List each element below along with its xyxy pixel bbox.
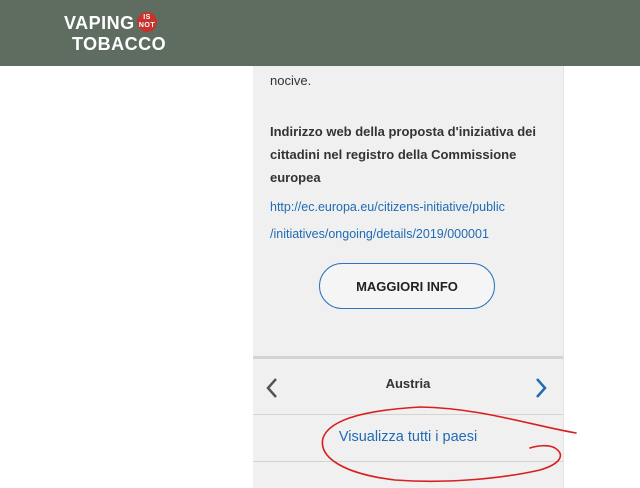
site-header: VAPING IS NOT TOBACCO — [0, 0, 640, 66]
site-logo[interactable]: VAPING IS NOT TOBACCO — [64, 12, 167, 56]
logo-badge: IS NOT — [137, 12, 157, 32]
logo-vaping-text: VAPING — [64, 13, 135, 33]
logo-is-text: IS — [143, 14, 151, 21]
initiative-panel: nocive. Indirizzo web della proposta d'i… — [253, 66, 564, 488]
logo-not-text: NOT — [138, 22, 156, 29]
divider — [253, 461, 563, 462]
view-all-countries-link[interactable]: Visualizza tutti i paesi — [253, 420, 563, 454]
url-line-1[interactable]: http://ec.europa.eu/citizens-initiative/… — [270, 194, 560, 221]
body-text-end: nocive. — [270, 73, 312, 88]
chevron-left-icon[interactable] — [265, 377, 279, 399]
initiative-url-link[interactable]: http://ec.europa.eu/citizens-initiative/… — [270, 194, 560, 248]
chevron-right-icon[interactable] — [534, 377, 548, 399]
current-country: Austria — [385, 376, 431, 391]
logo-tobacco-text: TOBACCO — [72, 34, 167, 54]
more-info-button[interactable]: MAGGIORI INFO — [319, 263, 495, 309]
url-line-2[interactable]: /initiatives/ongoing/details/2019/000001 — [270, 221, 560, 248]
divider — [253, 414, 563, 415]
country-navigator: Austria — [253, 359, 563, 414]
url-heading: Indirizzo web della proposta d'iniziativ… — [270, 124, 537, 185]
